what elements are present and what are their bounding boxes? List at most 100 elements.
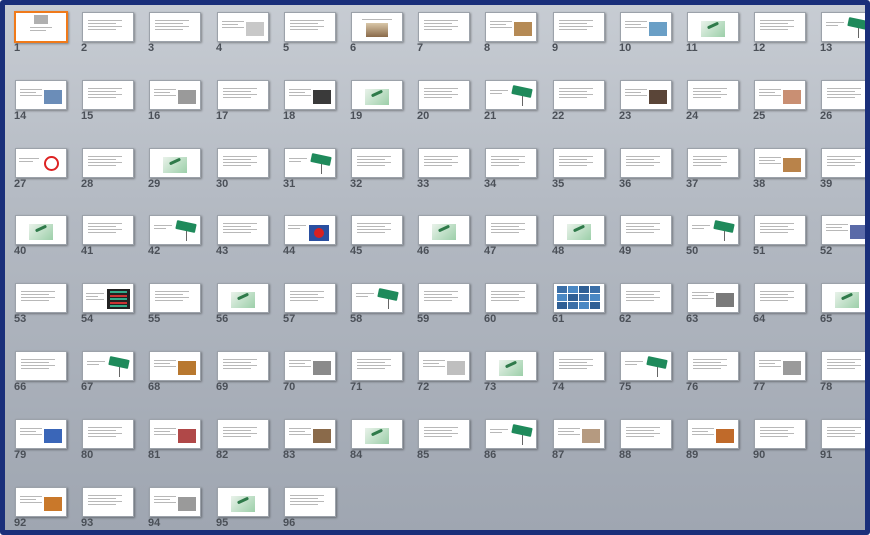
slide-item[interactable]: 64 [753, 283, 820, 331]
slide-thumbnail[interactable] [754, 80, 806, 110]
slide-thumbnail[interactable] [217, 283, 269, 313]
slide-thumbnail[interactable] [284, 80, 336, 110]
slide-thumbnail[interactable] [82, 12, 134, 42]
slide-thumbnail[interactable] [284, 283, 336, 313]
slide-thumbnail[interactable] [418, 12, 470, 42]
slide-thumbnail[interactable] [821, 80, 865, 110]
slide-thumbnail[interactable] [687, 351, 739, 381]
slide-item[interactable]: 66 [14, 351, 81, 399]
slide-item[interactable]: 56 [216, 283, 283, 331]
slide-thumbnail[interactable] [284, 12, 336, 42]
slide-item[interactable]: 92 [14, 487, 81, 530]
slide-thumbnail[interactable] [284, 148, 336, 178]
slide-thumbnail[interactable] [418, 80, 470, 110]
slide-item[interactable]: 87 [552, 419, 619, 467]
slide-item[interactable]: 14 [14, 80, 81, 128]
slide-thumbnail[interactable] [149, 283, 201, 313]
slide-item[interactable]: 72 [417, 351, 484, 399]
slide-item[interactable]: 33 [417, 148, 484, 196]
slide-item[interactable]: 84 [350, 419, 417, 467]
slide-item[interactable]: 70 [283, 351, 350, 399]
slide-item[interactable]: 1 [14, 11, 81, 60]
slide-thumbnail[interactable] [485, 80, 537, 110]
slide-item[interactable]: 96 [283, 487, 350, 530]
slide-thumbnail[interactable] [217, 148, 269, 178]
slide-item[interactable]: 25 [753, 80, 820, 128]
slide-thumbnail[interactable] [217, 215, 269, 245]
slide-item[interactable]: 89 [686, 419, 753, 467]
slide-thumbnail[interactable] [754, 12, 806, 42]
slide-thumbnail[interactable] [217, 487, 269, 517]
slide-thumbnail[interactable] [82, 487, 134, 517]
slide-item[interactable]: 45 [350, 215, 417, 263]
slide-thumbnail[interactable] [351, 80, 403, 110]
slide-thumbnail[interactable] [687, 80, 739, 110]
slide-thumbnail[interactable] [351, 12, 403, 42]
slide-thumbnail[interactable] [821, 215, 865, 245]
slide-item[interactable]: 34 [484, 148, 551, 196]
slide-item[interactable]: 57 [283, 283, 350, 331]
slide-thumbnail[interactable] [418, 148, 470, 178]
slide-thumbnail[interactable] [149, 215, 201, 245]
slide-thumbnail[interactable] [620, 80, 672, 110]
slide-item[interactable]: 59 [417, 283, 484, 331]
slide-thumbnail[interactable] [553, 351, 605, 381]
slide-item[interactable]: 86 [484, 419, 551, 467]
slide-item[interactable]: 20 [417, 80, 484, 128]
slide-thumbnail[interactable] [485, 148, 537, 178]
slide-thumbnail[interactable] [687, 283, 739, 313]
slide-item[interactable]: 65 [820, 283, 865, 331]
slide-item[interactable]: 73 [484, 351, 551, 399]
slide-thumbnail[interactable] [351, 283, 403, 313]
slide-item[interactable]: 55 [148, 283, 215, 331]
slide-item[interactable]: 74 [552, 351, 619, 399]
slide-item[interactable]: 12 [753, 12, 820, 60]
slide-item[interactable]: 26 [820, 80, 865, 128]
slide-item[interactable]: 69 [216, 351, 283, 399]
slide-item[interactable]: 44 [283, 215, 350, 263]
slide-item[interactable]: 50 [686, 215, 753, 263]
slide-thumbnail[interactable] [14, 11, 68, 43]
slide-item[interactable]: 91 [820, 419, 865, 467]
slide-thumbnail[interactable] [821, 351, 865, 381]
slide-thumbnail[interactable] [82, 283, 134, 313]
slide-item[interactable]: 35 [552, 148, 619, 196]
slide-thumbnail[interactable] [15, 283, 67, 313]
slide-thumbnail[interactable] [418, 283, 470, 313]
slide-item[interactable]: 8 [484, 12, 551, 60]
slide-item[interactable]: 68 [148, 351, 215, 399]
slide-thumbnail[interactable] [217, 80, 269, 110]
slide-thumbnail[interactable] [149, 351, 201, 381]
slide-item[interactable]: 39 [820, 148, 865, 196]
slide-thumbnail[interactable] [553, 80, 605, 110]
slide-item[interactable]: 61 [552, 283, 619, 331]
slide-thumbnail[interactable] [82, 351, 134, 381]
slide-thumbnail[interactable] [418, 215, 470, 245]
slide-item[interactable]: 94 [148, 487, 215, 530]
slide-thumbnail[interactable] [754, 148, 806, 178]
slide-thumbnail[interactable] [687, 419, 739, 449]
slide-thumbnail[interactable] [754, 351, 806, 381]
slide-item[interactable]: 82 [216, 419, 283, 467]
slide-item[interactable]: 88 [619, 419, 686, 467]
slide-item[interactable]: 95 [216, 487, 283, 530]
slide-thumbnail[interactable] [15, 148, 67, 178]
slide-thumbnail[interactable] [485, 215, 537, 245]
slide-item[interactable]: 79 [14, 419, 81, 467]
slide-item[interactable]: 48 [552, 215, 619, 263]
slide-item[interactable]: 78 [820, 351, 865, 399]
slide-thumbnail[interactable] [15, 215, 67, 245]
slide-thumbnail[interactable] [82, 80, 134, 110]
slide-thumbnail[interactable] [553, 148, 605, 178]
slide-item[interactable]: 71 [350, 351, 417, 399]
slide-thumbnail[interactable] [418, 351, 470, 381]
slide-item[interactable]: 47 [484, 215, 551, 263]
slide-thumbnail[interactable] [553, 215, 605, 245]
slide-thumbnail[interactable] [217, 351, 269, 381]
slide-item[interactable]: 32 [350, 148, 417, 196]
slide-item[interactable]: 90 [753, 419, 820, 467]
slide-thumbnail[interactable] [754, 283, 806, 313]
slide-item[interactable]: 29 [148, 148, 215, 196]
slide-item[interactable]: 54 [81, 283, 148, 331]
slide-thumbnail[interactable] [620, 419, 672, 449]
